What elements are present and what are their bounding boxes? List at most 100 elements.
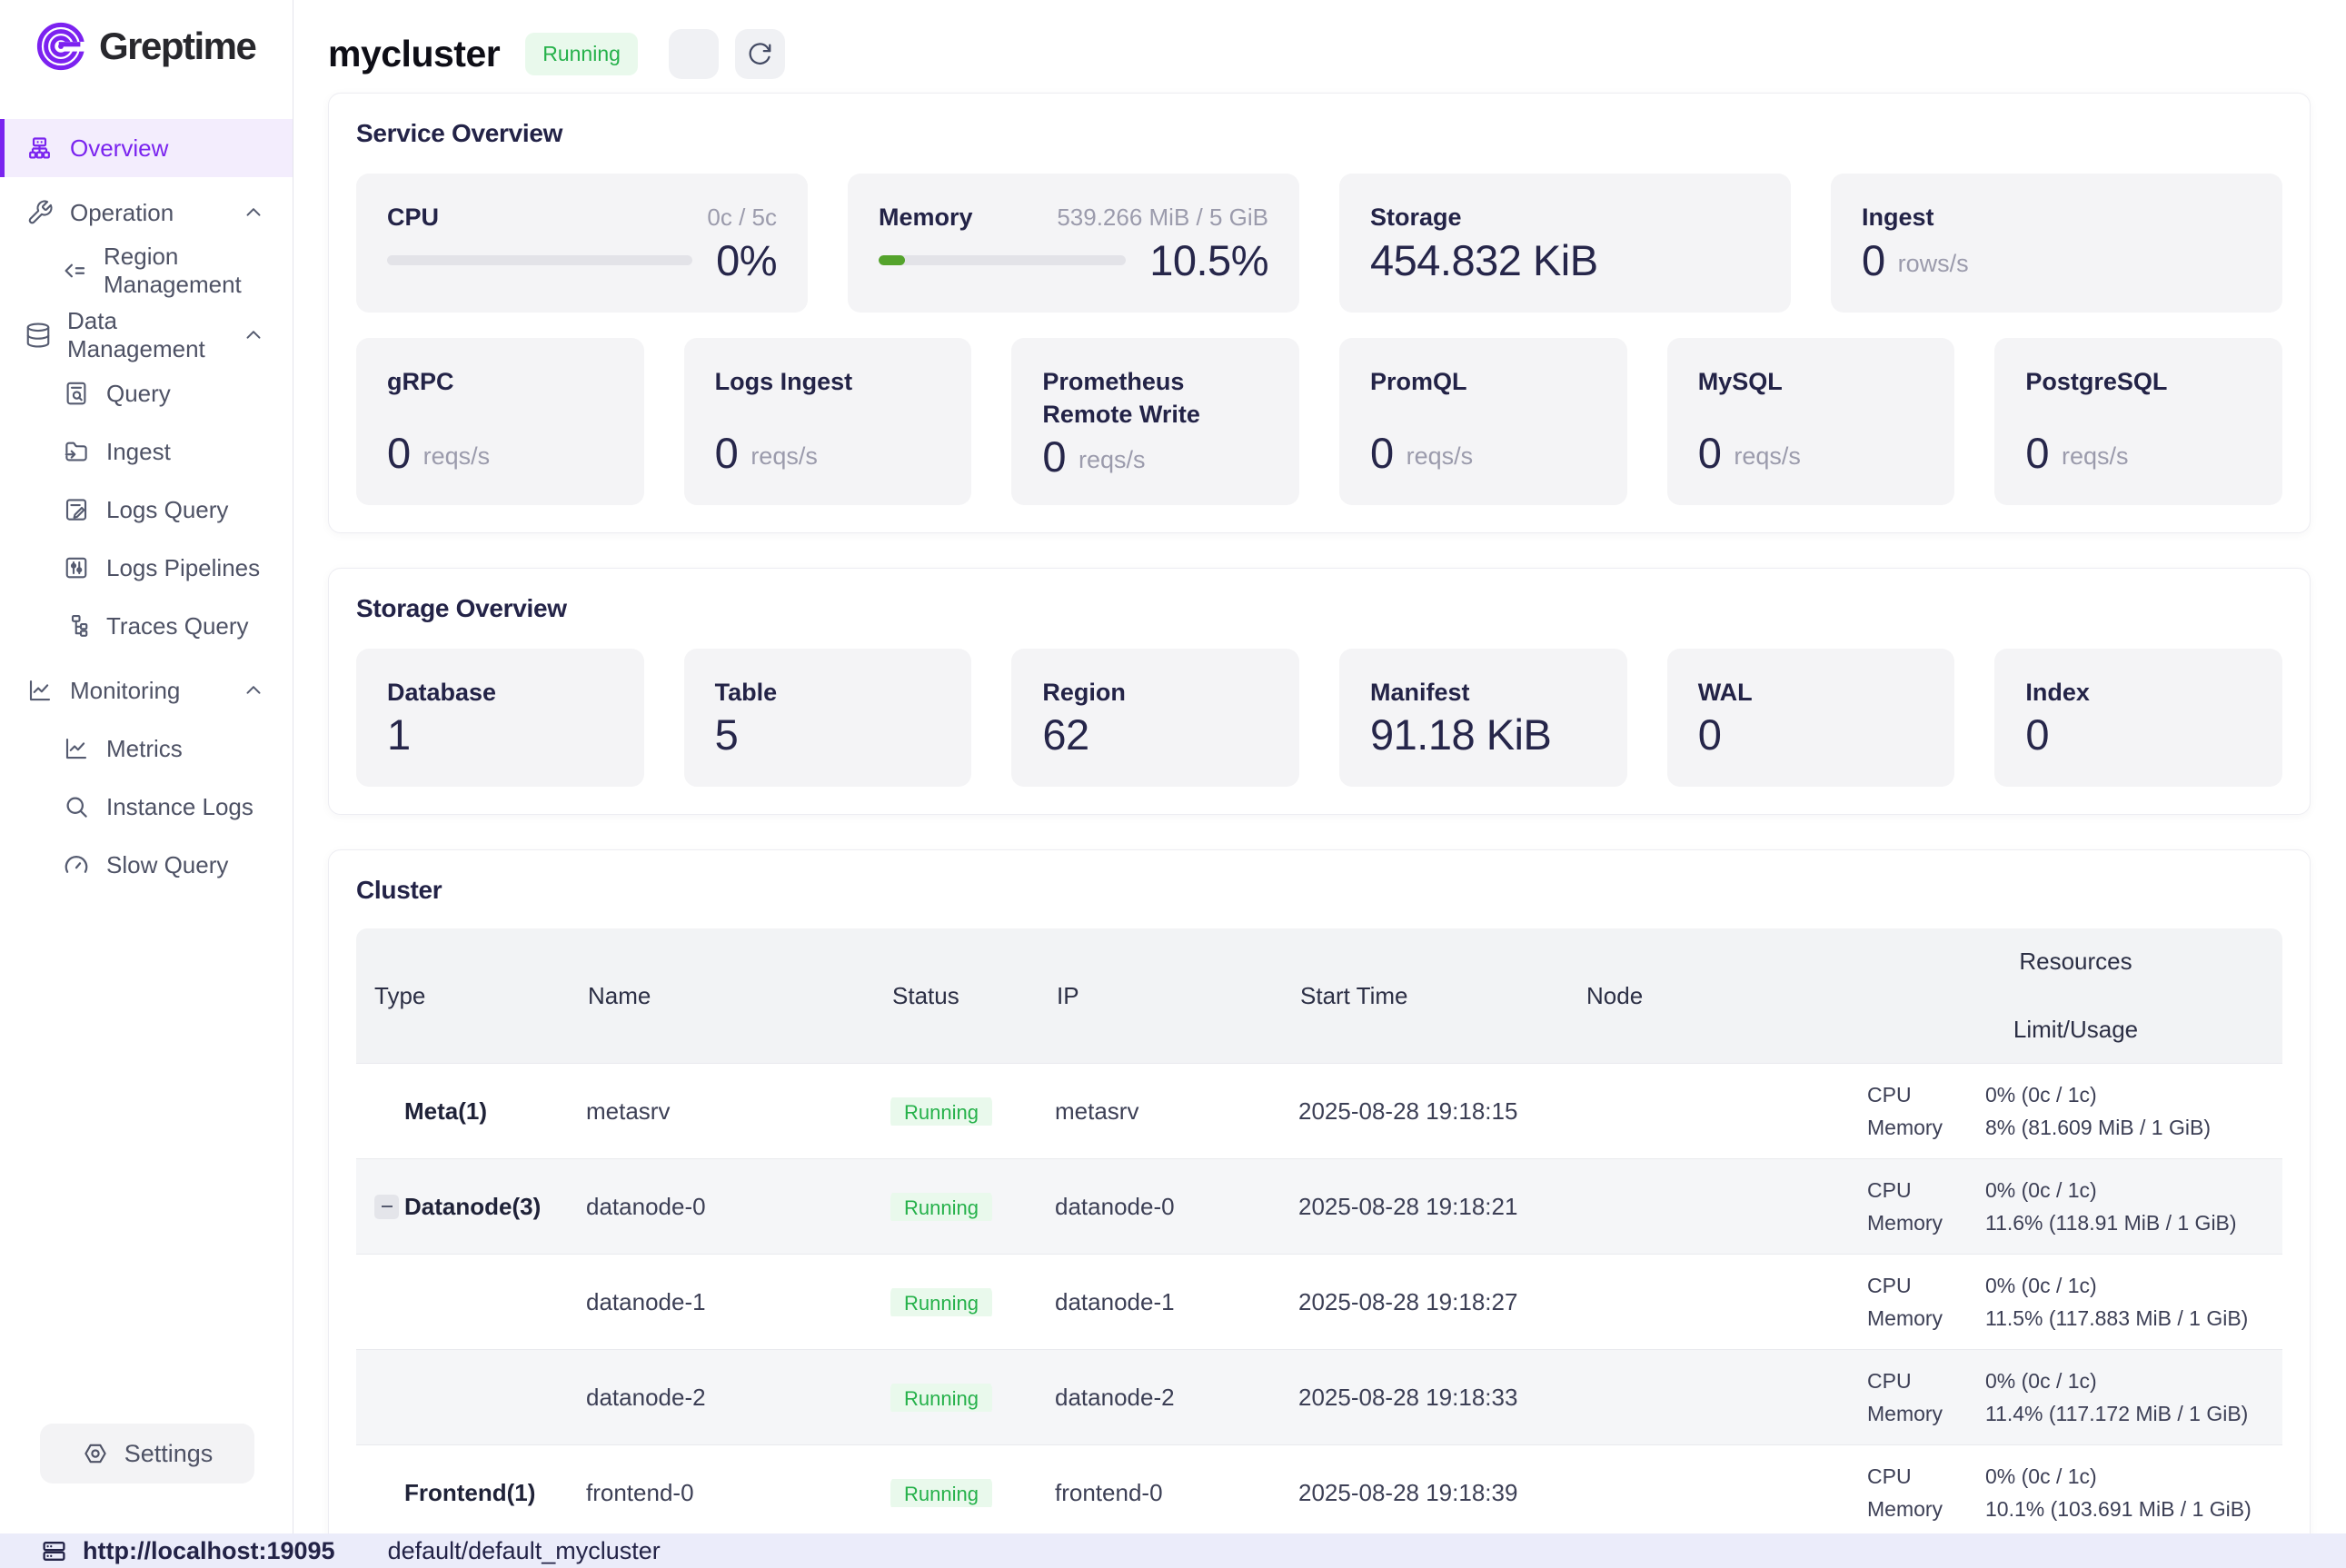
- row-ip: datanode-2: [1055, 1384, 1298, 1412]
- page-title: mycluster: [328, 33, 500, 75]
- sidebar-item-ingest[interactable]: Ingest: [0, 422, 293, 481]
- brand-name: Greptime: [99, 25, 255, 68]
- metric-unit: reqs/s: [423, 442, 491, 471]
- sidebar-item-label: Overview: [70, 134, 168, 163]
- ingest-value: 0: [1862, 235, 1885, 285]
- metric-limit: 539.266 MiB / 5 GiB: [1057, 203, 1268, 232]
- row-resources: CPU0% (0c / 1c) Memory11.5% (117.883 MiB…: [1867, 1274, 2282, 1331]
- settings-button[interactable]: Settings: [40, 1424, 254, 1484]
- prometheus-remote-write-card: Prometheus Remote Write 0 reqs/s: [1011, 338, 1299, 505]
- cpu-label: CPU: [1867, 1369, 1985, 1394]
- metric-value: 0: [1042, 432, 1066, 481]
- metric-label: CPU: [387, 201, 439, 233]
- database-context[interactable]: default/default_mycluster: [388, 1537, 661, 1565]
- row-resources: CPU0% (0c / 1c) Memory11.6% (118.91 MiB …: [1867, 1178, 2282, 1236]
- sidebar-item-overview[interactable]: Overview: [0, 119, 293, 177]
- metric-label: Storage: [1370, 201, 1462, 233]
- table-row-datanode-1: datanode-1 Running datanode-1 2025-08-28…: [356, 1254, 2282, 1349]
- metric-label: Manifest: [1370, 676, 1596, 709]
- memory-label: Memory: [1867, 1402, 1985, 1426]
- table-row-meta: Meta(1) metasrv Running metasrv 2025-08-…: [356, 1063, 2282, 1158]
- page-header: mycluster Running: [328, 15, 2346, 93]
- sidebar-nav: Overview Operation: [0, 119, 293, 894]
- storage-card: Storage 454.832 KiB: [1339, 174, 1791, 313]
- sidebar-item-region-management[interactable]: Region Management: [0, 242, 293, 300]
- sidebar-item-traces-query[interactable]: Traces Query: [0, 597, 293, 655]
- cluster-table: Type Name Status IP Start Time Node Reso…: [356, 928, 2282, 1533]
- refresh-icon: [746, 40, 773, 67]
- sidebar-item-query[interactable]: Query: [0, 364, 293, 422]
- refresh-button[interactable]: [735, 29, 785, 79]
- cpu-label: CPU: [1867, 1464, 1985, 1489]
- metric-value: 91.18 KiB: [1370, 710, 1596, 759]
- sliders-icon: [61, 554, 91, 581]
- endpoint-url[interactable]: http://localhost:19095: [83, 1537, 335, 1565]
- sidebar-item-label: Traces Query: [106, 612, 249, 640]
- cluster-section: Cluster Type Name Status IP Start Time N…: [328, 849, 2311, 1533]
- metric-label: Ingest: [1862, 201, 1934, 233]
- storage-value: 454.832 KiB: [1370, 235, 1598, 285]
- memory-label: Memory: [1867, 1116, 1985, 1140]
- sidebar-item-label: Logs Query: [106, 496, 228, 524]
- region-management-icon: [61, 257, 88, 284]
- header-blank-button[interactable]: [669, 29, 719, 79]
- cpu-usage: 0% (0c / 1c): [1985, 1274, 2097, 1298]
- metric-limit: 0c / 5c: [707, 203, 777, 232]
- metric-label: PostgreSQL: [2025, 365, 2252, 398]
- ingest-unit: rows/s: [1898, 250, 1969, 278]
- memory-label: Memory: [1867, 1497, 1985, 1522]
- sidebar-item-instance-logs[interactable]: Instance Logs: [0, 778, 293, 836]
- logs-ingest-card: Logs Ingest 0 reqs/s: [684, 338, 972, 505]
- wrench-icon: [25, 199, 55, 226]
- sidebar-group-data-management[interactable]: Data Management: [0, 306, 293, 364]
- chevron-up-icon: [242, 201, 265, 224]
- grpc-card: gRPC 0 reqs/s: [356, 338, 644, 505]
- metric-value: 0: [2025, 428, 2049, 478]
- memory-usage: 11.4% (117.172 MiB / 1 GiB): [1985, 1402, 2248, 1426]
- row-status-badge: Running: [890, 1479, 992, 1507]
- sidebar-item-metrics[interactable]: Metrics: [0, 719, 293, 778]
- sidebar-group-monitoring[interactable]: Monitoring: [0, 661, 293, 719]
- row-ip: datanode-1: [1055, 1288, 1298, 1316]
- brand-logo[interactable]: Greptime: [0, 0, 293, 74]
- row-start-time: 2025-08-28 19:18:39: [1298, 1479, 1585, 1507]
- gauge-icon: [61, 851, 91, 878]
- wal-card: WAL 0: [1667, 649, 1955, 787]
- sidebar-group-operation[interactable]: Operation: [0, 184, 293, 242]
- row-name: datanode-1: [586, 1288, 890, 1316]
- cpu-progress-bar: [387, 255, 692, 265]
- resources-group-label: Resources: [2019, 948, 2132, 976]
- section-title: Storage Overview: [356, 594, 2282, 623]
- metric-value: 0: [387, 428, 411, 478]
- metric-value: 1: [387, 710, 613, 759]
- sidebar-item-label: Ingest: [106, 438, 171, 466]
- row-status-badge: Running: [890, 1288, 992, 1316]
- metric-unit: reqs/s: [751, 442, 818, 471]
- chevron-up-icon: [242, 679, 265, 702]
- folder-ingest-icon: [61, 438, 91, 465]
- greptime-logo-icon: [36, 22, 85, 71]
- metric-value: 0: [715, 428, 739, 478]
- search-icon: [61, 793, 91, 820]
- chevron-up-icon: [242, 323, 265, 347]
- database-icon: [25, 322, 52, 349]
- cpu-percent: 0%: [716, 235, 777, 285]
- row-resources: CPU0% (0c / 1c) Memory10.1% (103.691 MiB…: [1867, 1464, 2282, 1522]
- collapse-toggle-icon[interactable]: [374, 1195, 399, 1219]
- cpu-label: CPU: [1867, 1083, 1985, 1107]
- memory-usage: 11.6% (118.91 MiB / 1 GiB): [1985, 1211, 2237, 1236]
- metric-label: Database: [387, 676, 613, 709]
- row-resources: CPU0% (0c / 1c) Memory11.4% (117.172 MiB…: [1867, 1369, 2282, 1426]
- sidebar-item-label: Metrics: [106, 735, 183, 763]
- sidebar-item-logs-pipelines[interactable]: Logs Pipelines: [0, 539, 293, 597]
- row-name: metasrv: [586, 1097, 890, 1126]
- sidebar-item-logs-query[interactable]: Logs Query: [0, 481, 293, 539]
- service-metric-row-2: gRPC 0 reqs/s Logs Ingest 0 reqs/s Prome…: [356, 338, 2282, 505]
- metric-label: Memory: [879, 201, 973, 233]
- line-chart-icon: [25, 677, 55, 704]
- tree-icon: [61, 612, 91, 640]
- promql-card: PromQL 0 reqs/s: [1339, 338, 1627, 505]
- sidebar-item-label: Data Management: [67, 307, 226, 363]
- ingest-card: Ingest 0 rows/s: [1831, 174, 2282, 313]
- sidebar-item-slow-query[interactable]: Slow Query: [0, 836, 293, 894]
